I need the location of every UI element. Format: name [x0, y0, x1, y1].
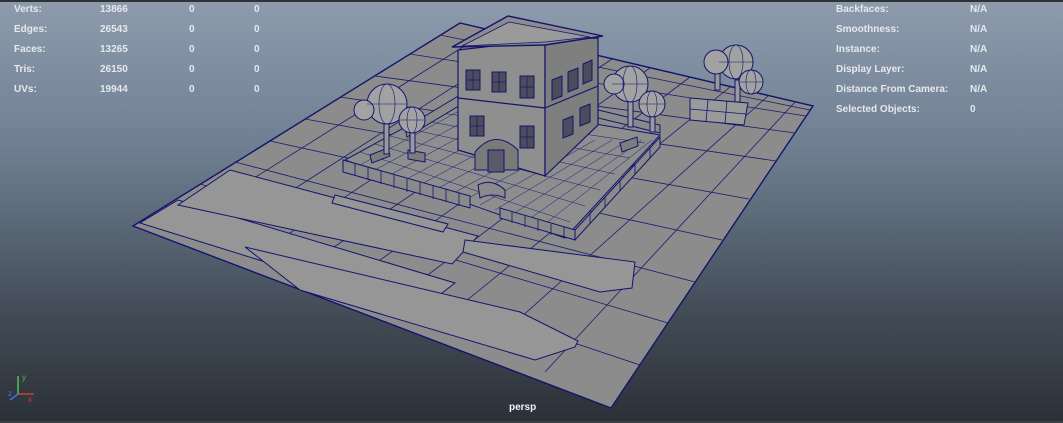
hedge-block[interactable]: [689, 97, 749, 126]
hud-label: Backfaces:: [836, 4, 889, 15]
hud-label: Tris:: [14, 64, 36, 75]
hud-value: N/A: [970, 24, 988, 35]
hud-label: Distance From Camera:: [836, 84, 949, 95]
hud-label: Selected Objects:: [836, 104, 920, 115]
hud-label: Faces:: [14, 44, 46, 55]
perspective-viewport[interactable]: Verts: 13866 0 0 Edges: 26543 0 0 Faces:…: [0, 0, 1063, 423]
hud-value: 19944: [100, 84, 128, 95]
hud-component-value: 0: [254, 84, 260, 95]
front-door: [487, 149, 505, 173]
hud-component-value: 0: [254, 24, 260, 35]
hud-selected-value: 0: [189, 64, 195, 75]
hud-label: Instance:: [836, 44, 880, 55]
hud-selected-value: 0: [189, 84, 195, 95]
hud-selected-value: 0: [189, 44, 195, 55]
hud-label: UVs:: [14, 84, 37, 95]
hud-label: Edges:: [14, 24, 48, 35]
hud-value: 26543: [100, 24, 128, 35]
axis-z-label: z: [8, 389, 12, 398]
hud-value: 26150: [100, 64, 128, 75]
hud-component-value: 0: [254, 64, 260, 75]
hud-value: 13265: [100, 44, 128, 55]
camera-name-label: persp: [509, 402, 537, 413]
hud-value: 0: [970, 104, 976, 115]
hud-value: 13866: [100, 4, 128, 15]
hud-value: N/A: [970, 64, 988, 75]
axis-x-label: x: [28, 395, 32, 404]
object-details-hud: Backfaces: N/A Smoothness: N/A Instance:…: [836, 4, 1036, 124]
poly-count-hud: Verts: 13866 0 0 Edges: 26543 0 0 Faces:…: [14, 4, 284, 104]
hud-component-value: 0: [254, 44, 260, 55]
hud-label: Verts:: [14, 4, 42, 15]
view-axis-icon: y x z: [8, 373, 34, 404]
hud-selected-value: 0: [189, 24, 195, 35]
hud-label: Smoothness:: [836, 24, 900, 35]
hud-value: N/A: [970, 4, 988, 15]
hud-label: Display Layer:: [836, 64, 905, 75]
hud-value: N/A: [970, 44, 988, 55]
axis-y-label: y: [22, 373, 26, 382]
hud-value: N/A: [970, 84, 988, 95]
hud-selected-value: 0: [189, 4, 195, 15]
hud-component-value: 0: [254, 4, 260, 15]
